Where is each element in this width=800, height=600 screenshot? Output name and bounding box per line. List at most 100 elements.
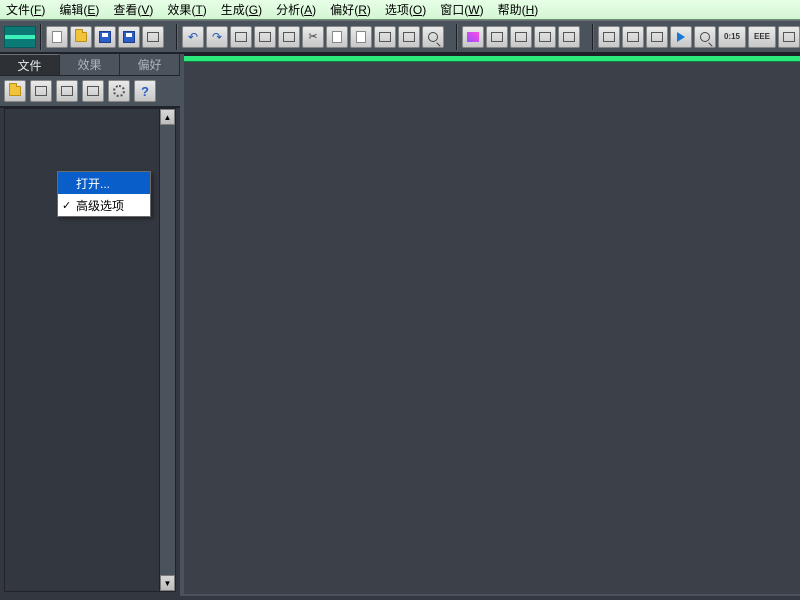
file-list-panel[interactable]: ▲ ▼ 打开... ✓ 高级选项 [4,108,176,592]
mix-icon [379,32,391,42]
timeline-ruler[interactable] [184,56,800,62]
menu-analyze[interactable]: 分析(A) [276,1,316,18]
side-tool-b-button[interactable] [82,80,104,102]
document-icon [52,31,62,43]
side-tool-a-button[interactable] [56,80,78,102]
view-icon [563,32,575,42]
menu-prefs[interactable]: 偏好(R) [330,1,371,18]
play-button[interactable] [670,26,692,48]
status-bar [0,596,800,600]
rect-icon [235,32,247,42]
view-icon [539,32,551,42]
side-tab-label: 偏好 [137,56,161,73]
help-icon: ? [141,84,149,99]
view-icon [515,32,527,42]
eee-button[interactable]: EEE [748,26,776,48]
redo-button[interactable]: ↷ [206,26,228,48]
waveform-canvas[interactable] [184,54,800,596]
folder-icon [9,86,21,96]
menu-edit[interactable]: 编辑(E) [59,1,99,18]
side-toolbar: ? [0,76,180,108]
tool-c-button[interactable] [278,26,300,48]
side-open-button[interactable] [4,80,26,102]
menubar: 文件(F) 编辑(E) 查看(V) 效果(T) 生成(G) 分析(A) 偏好(R… [0,0,800,20]
side-help-button[interactable]: ? [134,80,156,102]
inbox-icon [35,86,47,96]
window-icon [603,32,615,42]
waveform-icon [5,35,35,39]
toolbar-separator [40,24,42,50]
copy-button[interactable] [326,26,348,48]
side-tab-prefs[interactable]: 偏好 [120,54,180,75]
scroll-down-button[interactable]: ▼ [160,575,175,591]
menu-file[interactable]: 文件(F) [6,1,45,18]
scroll-up-button[interactable]: ▲ [160,109,175,125]
open-button[interactable] [70,26,92,48]
side-tab-effects[interactable]: 效果 [60,54,120,75]
effect-icon [467,32,479,42]
tool-e-button[interactable] [778,26,800,48]
context-menu-open[interactable]: 打开... [58,172,150,194]
window-icon [627,32,639,42]
tool-d-button[interactable] [398,26,420,48]
context-menu-label: 高级选项 [76,197,124,214]
mix-paste-button[interactable] [374,26,396,48]
check-icon: ✓ [62,199,71,212]
side-tab-file[interactable]: 文件 [0,54,60,75]
paste-button[interactable] [350,26,372,48]
copy-icon [332,31,342,43]
tool-icon [87,86,99,96]
app-logo-button[interactable] [4,26,36,48]
effect-button[interactable] [462,26,484,48]
undo-icon: ↶ [188,30,198,44]
context-menu-advanced[interactable]: ✓ 高级选项 [58,194,150,216]
folder-icon [75,32,87,42]
view-b-button[interactable] [510,26,532,48]
zoom-button[interactable] [694,26,716,48]
search-icon [428,32,438,42]
window-icon [651,32,663,42]
zoom-icon [700,32,710,42]
window-c-button[interactable] [646,26,668,48]
window-b-button[interactable] [622,26,644,48]
menu-help[interactable]: 帮助(H) [498,1,539,18]
context-menu-label: 打开... [76,175,110,192]
menu-view[interactable]: 查看(V) [113,1,153,18]
side-settings-button[interactable] [108,80,130,102]
window-a-button[interactable] [598,26,620,48]
menu-options[interactable]: 选项(O) [385,1,426,18]
save-all-button[interactable] [118,26,140,48]
side-tabs: 文件 效果 偏好 [0,54,180,76]
menu-generate[interactable]: 生成(G) [221,1,262,18]
main-area: 文件 效果 偏好 ? ▲ ▼ 打开... ✓ 高级选 [0,54,800,596]
cut-button[interactable]: ✂ [302,26,324,48]
save-icon [99,31,111,43]
paste-icon [356,31,366,43]
rect-icon [259,32,271,42]
new-button[interactable] [46,26,68,48]
context-menu: 打开... ✓ 高级选项 [57,171,151,217]
view-c-button[interactable] [534,26,556,48]
tool-b-button[interactable] [254,26,276,48]
save-all-icon [123,31,135,43]
time-display-button[interactable]: 0:15 [718,26,746,48]
rect-icon [403,32,415,42]
view-icon [491,32,503,42]
side-tab-label: 文件 [17,57,41,74]
view-a-button[interactable] [486,26,508,48]
toolbar-separator [176,24,178,50]
undo-button[interactable]: ↶ [182,26,204,48]
properties-button[interactable] [142,26,164,48]
tool-a-button[interactable] [230,26,252,48]
rect-icon [283,32,295,42]
panel-scrollbar[interactable]: ▲ ▼ [159,109,175,591]
menu-window[interactable]: 窗口(W) [440,1,483,18]
side-tab-label: 效果 [77,56,101,73]
save-button[interactable] [94,26,116,48]
side-inbox-button[interactable] [30,80,52,102]
left-panel: 文件 效果 偏好 ? ▲ ▼ 打开... ✓ 高级选 [0,54,184,596]
menu-effects[interactable]: 效果(T) [167,1,206,18]
view-d-button[interactable] [558,26,580,48]
search-button[interactable] [422,26,444,48]
redo-icon: ↷ [212,30,222,44]
